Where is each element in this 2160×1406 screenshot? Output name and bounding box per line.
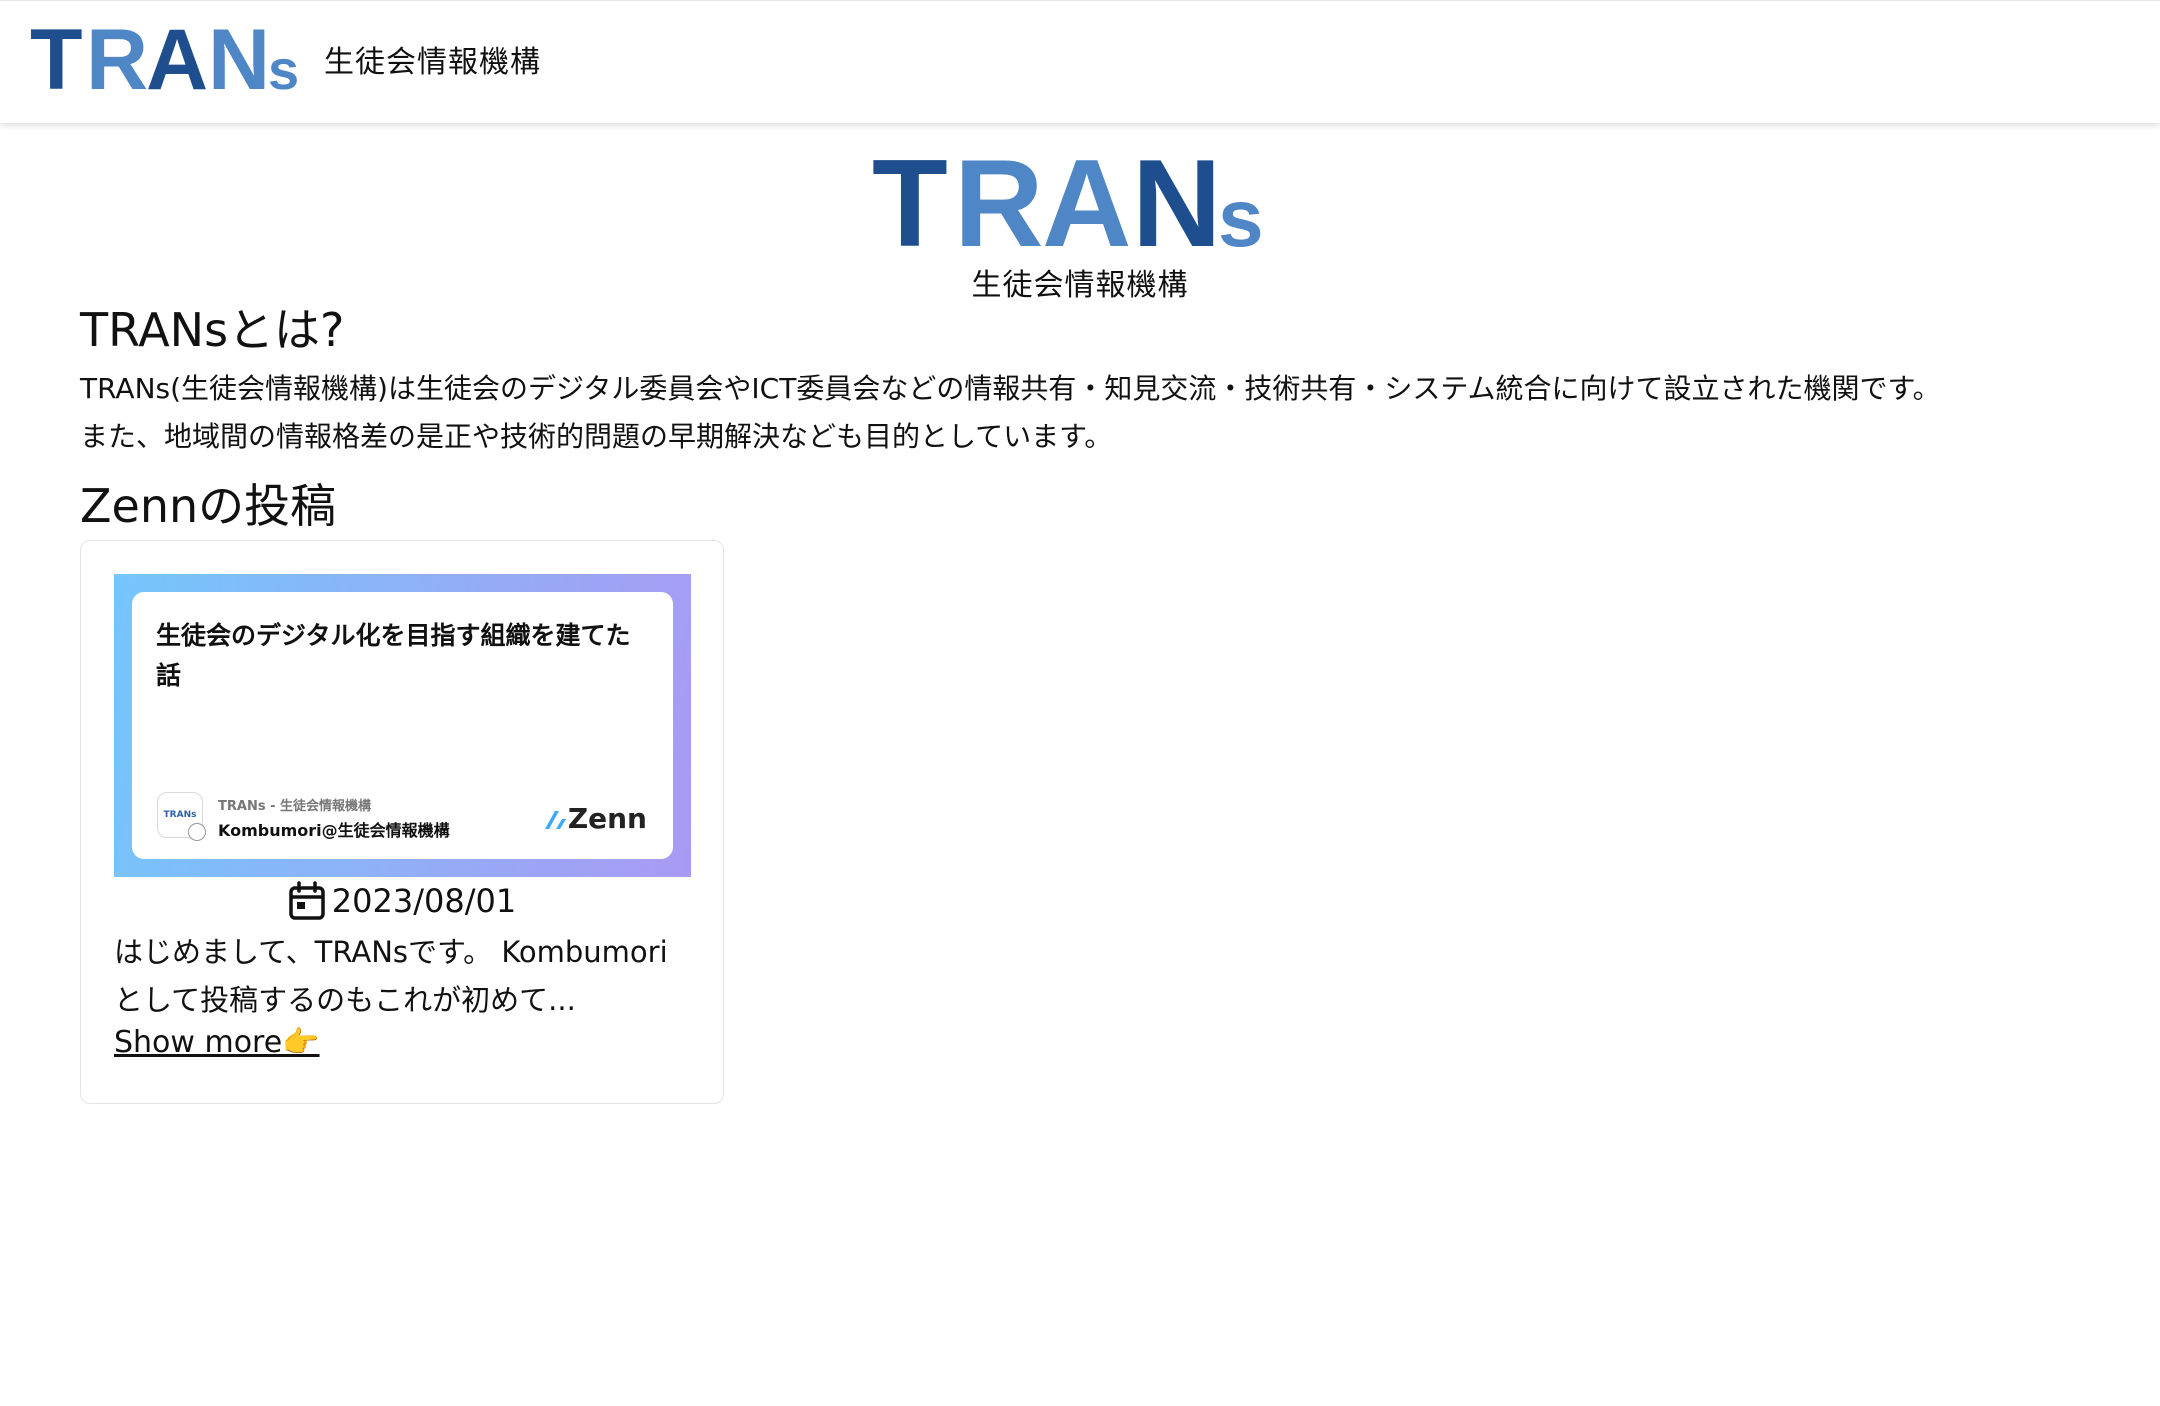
- logo-letter: s: [268, 38, 299, 99]
- logo-letter: R: [86, 19, 148, 99]
- logo-letter: A: [1042, 146, 1132, 256]
- logo-letter: N: [1132, 146, 1222, 256]
- logo-letter: T: [30, 19, 83, 99]
- zenn-brand: Zenn: [544, 802, 647, 835]
- hero-trans-logo: T R A N s: [872, 146, 1264, 256]
- about-section: TRANsとは?: [80, 302, 2080, 358]
- show-more-link[interactable]: Show more👉: [114, 1025, 320, 1060]
- zenn-section: Zennの投稿: [80, 478, 2080, 534]
- hero: T R A N s 生徒会情報機構: [0, 146, 2160, 304]
- logo-letter: s: [1218, 173, 1264, 256]
- post-excerpt: はじめまして、TRANsです。 Kombumoriとして投稿するのもこれが初めて…: [114, 935, 668, 1017]
- thumbnail-author: Kombumori@生徒会情報機構: [218, 821, 450, 840]
- zenn-logo-icon: [544, 810, 566, 829]
- zenn-post-card: 生徒会のデジタル化を目指す組織を建てた話 TRANs TRANs - 生徒会情報…: [80, 540, 724, 1104]
- zenn-heading: Zennの投稿: [80, 479, 337, 533]
- about-text: TRANs(生徒会情報機構)は生徒会のデジタル委員会やICT委員会などの情報共有…: [80, 365, 2100, 461]
- site-header: T R A N s 生徒会情報機構: [0, 0, 2160, 123]
- org-avatar: TRANs: [157, 792, 206, 841]
- thumbnail-card: 生徒会のデジタル化を目指す組織を建てた話 TRANs TRANs - 生徒会情報…: [132, 592, 673, 859]
- logo-letter: A: [146, 19, 208, 99]
- thumbnail-title: 生徒会のデジタル化を目指す組織を建てた話: [156, 621, 631, 690]
- avatar-label: TRANs: [163, 810, 197, 820]
- post-thumbnail[interactable]: 生徒会のデジタル化を目指す組織を建てた話 TRANs TRANs - 生徒会情報…: [114, 574, 691, 877]
- calendar-icon: [289, 881, 325, 920]
- header-subtitle: 生徒会情報機構: [324, 45, 541, 80]
- home-link[interactable]: T R A N s 生徒会情報機構: [30, 19, 541, 99]
- logo-letter: N: [208, 19, 270, 99]
- about-paragraph: TRANs(生徒会情報機構)は生徒会のデジタル委員会やICT委員会などの情報共有…: [80, 372, 1941, 405]
- author-badge-icon: [188, 823, 206, 841]
- thumbnail-org: TRANs - 生徒会情報機構: [218, 799, 372, 814]
- post-date: 2023/08/01: [81, 881, 723, 921]
- zenn-brand-label: Zenn: [567, 802, 647, 835]
- hero-subtitle: 生徒会情報機構: [971, 268, 1189, 303]
- trans-logo: T R A N s: [30, 19, 299, 99]
- post-date-text: 2023/08/01: [331, 882, 517, 920]
- about-paragraph: また、地域間の情報格差の是正や技術的問題の早期解決なども目的としています。: [80, 420, 1113, 453]
- logo-letter: T: [872, 146, 948, 256]
- logo-letter: R: [954, 146, 1044, 256]
- about-heading: TRANsとは?: [80, 303, 345, 357]
